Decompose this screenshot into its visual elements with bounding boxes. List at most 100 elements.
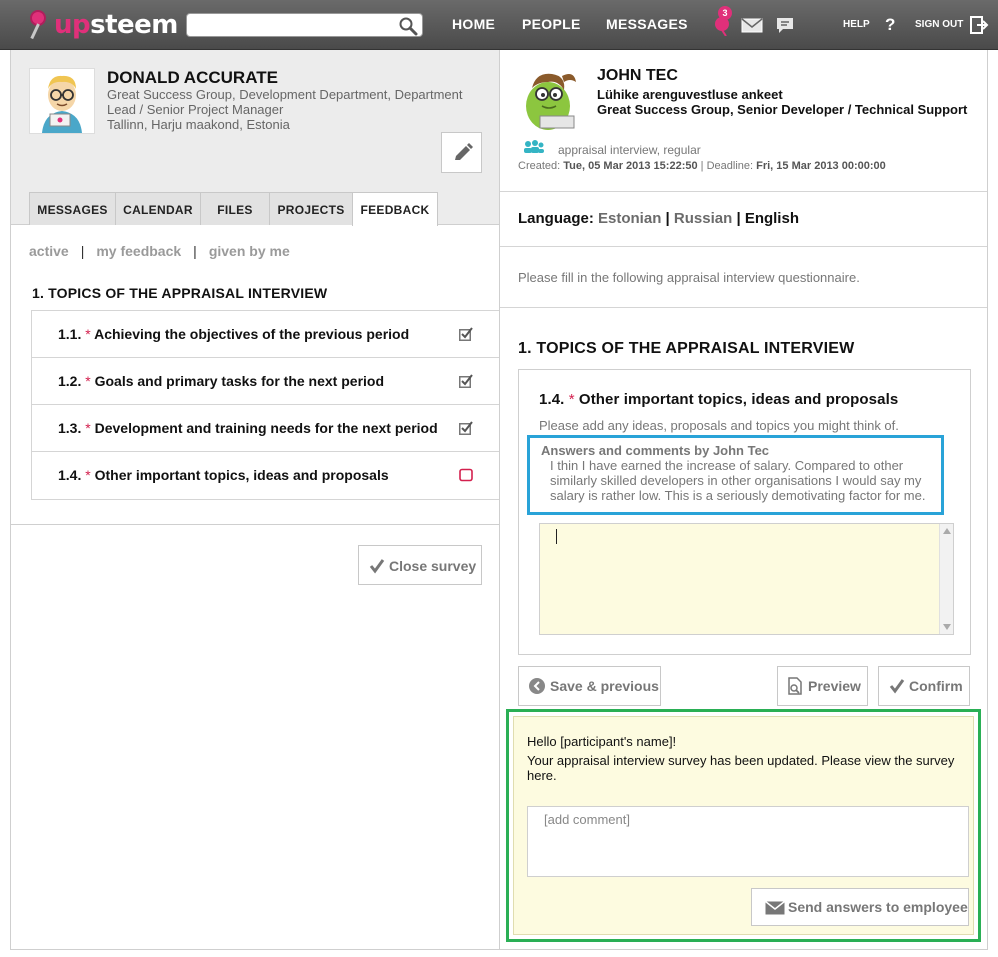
tab-projects[interactable]: PROJECTS xyxy=(269,192,353,225)
question-title: 1.4. * Other important topics, ideas and… xyxy=(539,391,898,408)
topic-item-1-4[interactable]: 1.4. * Other important topics, ideas and… xyxy=(32,452,500,499)
language-russian[interactable]: Russian xyxy=(674,210,732,227)
filter-separator: | xyxy=(193,243,197,259)
topic-item-1-2[interactable]: 1.2. * Goals and primary tasks for the n… xyxy=(32,358,500,405)
notification-greeting: Hello [participant's name]! xyxy=(527,734,677,749)
required-mark: * xyxy=(85,467,91,483)
answer-textarea[interactable] xyxy=(539,523,954,635)
tab-messages[interactable]: MESSAGES xyxy=(29,192,116,225)
confirm-label: Confirm xyxy=(909,678,963,694)
search-input[interactable] xyxy=(193,14,393,36)
notification-badge: 3 xyxy=(718,6,732,20)
required-mark: * xyxy=(85,373,91,389)
language-english[interactable]: English xyxy=(745,210,799,227)
logo-up-text: up xyxy=(54,10,91,40)
checkmark-icon xyxy=(369,559,385,574)
question-hint: Please add any ideas, proposals and topi… xyxy=(539,418,899,433)
envelope-icon xyxy=(765,901,785,915)
topic-title: Goals and primary tasks for the next per… xyxy=(94,373,385,389)
topic-title: Development and training needs for the n… xyxy=(94,420,438,436)
topic-item-1-3[interactable]: 1.3. * Development and training needs fo… xyxy=(32,405,500,452)
edit-profile-button[interactable] xyxy=(441,132,482,173)
filter-my-feedback[interactable]: my feedback xyxy=(96,243,181,259)
answer-line: similarly skilled developers in other or… xyxy=(550,473,922,488)
divider xyxy=(11,524,499,525)
people-group-icon xyxy=(524,140,544,153)
help-link[interactable]: HELP xyxy=(843,19,870,30)
language-separator: | xyxy=(665,210,670,227)
left-panel: DONALD ACCURATE Great Success Group, Dev… xyxy=(10,50,500,950)
nav-people[interactable]: PEOPLE xyxy=(522,16,581,32)
nav-messages[interactable]: MESSAGES xyxy=(606,16,688,32)
checked-box-icon xyxy=(459,374,473,388)
nav-home[interactable]: HOME xyxy=(452,16,495,32)
topic-item-1-1[interactable]: 1.1. * Achieving the objectives of the p… xyxy=(32,311,500,358)
topic-number: 1.3. xyxy=(58,420,82,436)
employee-role: Great Success Group, Senior Developer / … xyxy=(597,102,968,117)
filter-active[interactable]: active xyxy=(29,243,69,259)
created-label: Created: xyxy=(518,160,561,172)
checked-box-icon xyxy=(459,421,473,435)
scroll-up-icon[interactable] xyxy=(943,528,951,534)
sign-out-icon[interactable] xyxy=(969,15,989,35)
scroll-down-icon[interactable] xyxy=(943,624,951,630)
search-icon[interactable] xyxy=(398,16,418,36)
confirm-button[interactable]: Confirm xyxy=(878,666,970,706)
meta-separator: | xyxy=(700,160,704,172)
pushpin-icon xyxy=(28,8,54,42)
created-value: Tue, 05 Mar 2013 15:22:50 xyxy=(563,160,698,172)
tab-feedback[interactable]: FEEDBACK xyxy=(352,192,438,226)
unchecked-box-icon xyxy=(459,468,473,482)
filter-given-by-me[interactable]: given by me xyxy=(209,243,290,259)
survey-intro: Please fill in the following appraisal i… xyxy=(518,270,860,285)
topic-number: 1.1. xyxy=(58,326,82,342)
survey-title: Lühike arenguvestluse ankeet xyxy=(597,87,783,102)
required-mark: * xyxy=(85,420,91,436)
answer-line: I thin I have earned the increase of sal… xyxy=(550,458,904,473)
question-card: 1.4. * Other important topics, ideas and… xyxy=(518,369,971,655)
topic-title: Other important topics, ideas and propos… xyxy=(94,467,389,483)
add-comment-input[interactable]: [add comment] xyxy=(527,806,969,877)
chat-bubble-icon[interactable] xyxy=(775,16,795,35)
preview-label: Preview xyxy=(808,678,861,694)
search-box xyxy=(186,13,423,37)
previous-answers: Answers and comments by John Tec I thin … xyxy=(527,435,944,515)
save-previous-button[interactable]: Save & previous xyxy=(518,666,661,706)
notification-panel: Hello [participant's name]! Your apprais… xyxy=(506,709,981,942)
deadline-label: Deadline: xyxy=(706,160,754,172)
text-caret xyxy=(556,529,557,544)
left-section-title: 1. TOPICS OF THE APPRAISAL INTERVIEW xyxy=(32,285,328,301)
profile-tabs: MESSAGES CALENDAR FILES PROJECTS FEEDBAC… xyxy=(29,192,438,226)
tab-calendar[interactable]: CALENDAR xyxy=(115,192,201,225)
topic-number: 1.4. xyxy=(58,467,82,483)
employee-avatar[interactable] xyxy=(518,66,584,132)
language-selector: Language: Estonian | Russian | English xyxy=(518,210,799,227)
filter-separator: | xyxy=(80,243,85,259)
logo-steem-text: steem xyxy=(90,10,178,40)
app-logo[interactable]: upsteem xyxy=(28,8,178,42)
deadline-value: Fri, 15 Mar 2013 00:00:00 xyxy=(756,160,886,172)
question-number: 1.4. xyxy=(539,391,565,408)
topic-list: 1.1. * Achieving the objectives of the p… xyxy=(31,310,500,500)
avatar[interactable] xyxy=(29,68,95,134)
sign-out-link[interactable]: SIGN OUT xyxy=(915,19,963,30)
employee-name: JOHN TEC xyxy=(597,67,678,84)
language-estonian[interactable]: Estonian xyxy=(598,210,661,227)
feedback-filters: active | my feedback | given by me xyxy=(29,243,290,259)
answers-header: Answers and comments by John Tec xyxy=(541,443,770,458)
document-magnifier-icon xyxy=(788,677,802,695)
close-survey-button[interactable]: Close survey xyxy=(358,545,482,585)
john-avatar-icon xyxy=(518,66,584,132)
send-answers-button[interactable]: Send answers to employee xyxy=(751,888,969,926)
help-icon[interactable]: ? xyxy=(885,15,895,35)
tab-files[interactable]: FILES xyxy=(200,192,270,225)
checked-box-icon xyxy=(459,327,473,341)
answer-line: salary is rather low. This is a seriousl… xyxy=(550,488,926,503)
save-previous-label: Save & previous xyxy=(550,678,659,694)
survey-type: appraisal interview, regular xyxy=(558,143,701,157)
textarea-scrollbar[interactable] xyxy=(939,524,953,634)
required-mark: * xyxy=(568,391,575,408)
notification-message-box: Hello [participant's name]! Your apprais… xyxy=(513,716,974,935)
preview-button[interactable]: Preview xyxy=(777,666,868,706)
envelope-icon[interactable] xyxy=(741,18,763,33)
